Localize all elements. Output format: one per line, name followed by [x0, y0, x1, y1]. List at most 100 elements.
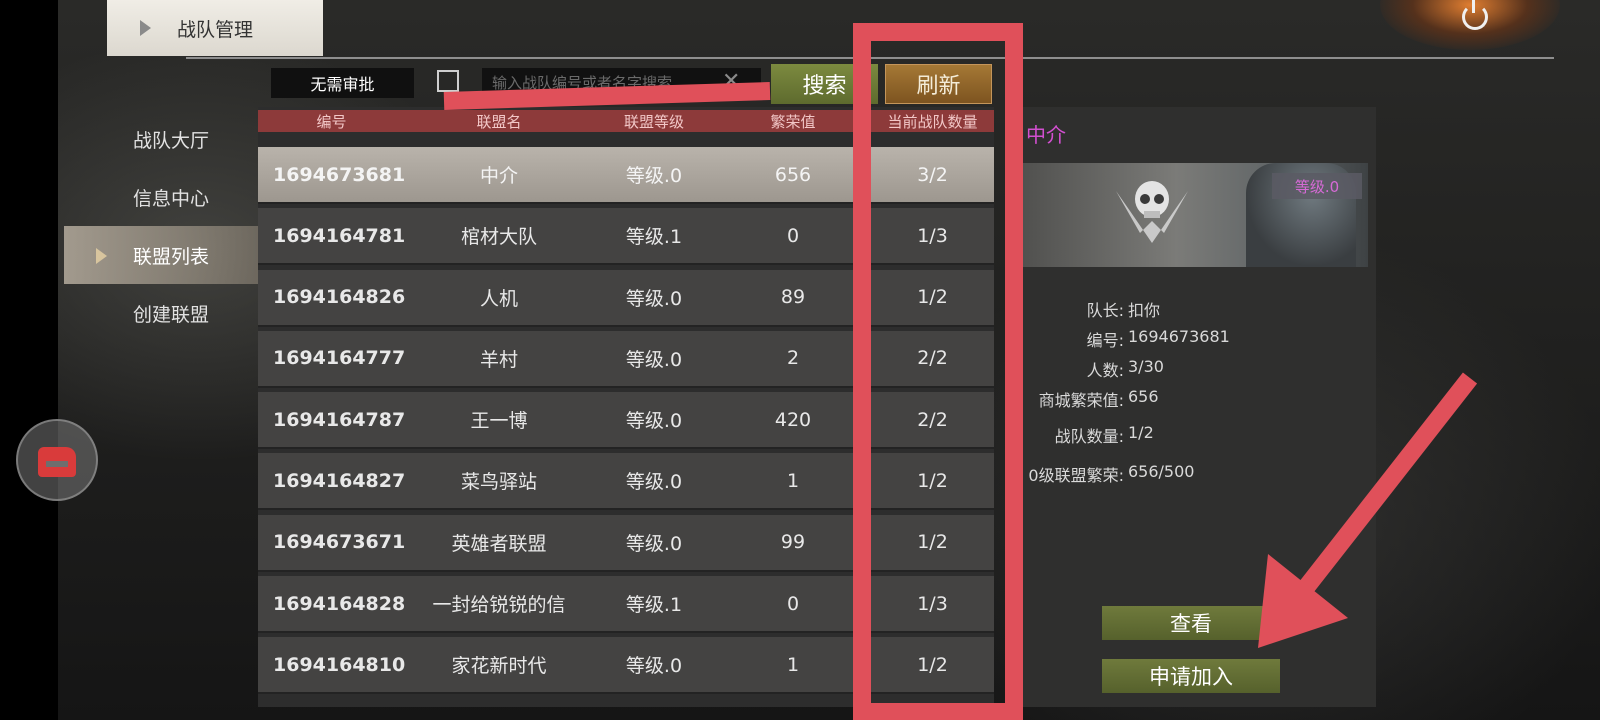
- info-row-team-count: 战队数量: 1/2: [1012, 423, 1376, 447]
- power-icon[interactable]: [1462, 0, 1488, 30]
- info-row-alliance-prosperity: 0级联盟繁荣: 656/500: [1012, 462, 1376, 486]
- cell-prosperity: 99: [780, 531, 806, 554]
- alliance-table: 编号 联盟名 联盟等级 繁荣值 当前战队数量 1694673681 中介 等级.…: [258, 107, 994, 707]
- table-row[interactable]: 1694164787 王一博 等级.0 420 2/2: [258, 392, 994, 450]
- info-label: 队长:: [1086, 301, 1124, 320]
- cell-level: 等级.1: [625, 594, 683, 617]
- cell-id: 1694164787: [273, 408, 406, 431]
- cell-prosperity: 420: [774, 408, 812, 431]
- cell-prosperity: 0: [786, 224, 800, 247]
- sidebar-item-create-alliance[interactable]: 创建联盟: [64, 284, 260, 342]
- triangle-icon: [140, 20, 151, 36]
- cell-id: 1694164777: [273, 347, 406, 370]
- cell-name: 家花新时代: [451, 655, 547, 678]
- chat-bubble-icon: [38, 447, 76, 477]
- info-label: 商城繁荣值:: [1038, 391, 1124, 410]
- sidebar-item-label: 信息中心: [133, 187, 210, 210]
- cell-team-count: 2/2: [917, 408, 948, 431]
- cell-level: 等级.0: [625, 410, 683, 433]
- cell-name: 菜鸟驿站: [460, 471, 537, 494]
- table-row[interactable]: 1694164827 菜鸟驿站 等级.0 1 1/2: [258, 453, 994, 511]
- no-approval-label: 无需审批: [271, 68, 414, 98]
- cell-level: 等级.0: [625, 471, 683, 494]
- close-icon[interactable]: ✕: [722, 70, 740, 94]
- info-label: 编号:: [1086, 331, 1124, 350]
- column-header-team-count: 当前战队数量: [887, 112, 978, 131]
- info-row-members: 人数: 3/30: [1012, 357, 1376, 381]
- info-row-leader: 队长: 扣你: [1012, 297, 1376, 321]
- table-row[interactable]: 1694164777 羊村 等级.0 2 2/2: [258, 330, 994, 388]
- apply-join-button[interactable]: 申请加入: [1102, 659, 1280, 693]
- table-row[interactable]: 1694164810 家花新时代 等级.0 1 1/2: [258, 637, 994, 695]
- cell-prosperity: 1: [786, 469, 800, 492]
- search-input[interactable]: [482, 68, 761, 98]
- column-header-prosperity: 繁荣值: [770, 112, 816, 131]
- info-row-shop-prosperity: 商城繁荣值: 656: [1012, 387, 1376, 411]
- refresh-button[interactable]: 刷新: [885, 64, 992, 104]
- table-row[interactable]: 1694164826 人机 等级.0 89 1/2: [258, 269, 994, 327]
- cell-id: 1694164781: [273, 224, 406, 247]
- alliance-name: 中介: [1026, 123, 1066, 147]
- triangle-icon: [96, 248, 107, 264]
- table-row[interactable]: 1694164828 一封给锐锐的信 等级.1 0 1/3: [258, 576, 994, 634]
- cell-level: 等级.0: [625, 165, 683, 187]
- cell-name: 棺材大队: [460, 226, 537, 249]
- info-label: 战队数量:: [1054, 427, 1124, 446]
- cell-name: 中介: [479, 165, 518, 187]
- sidebar: 战队大厅 信息中心 联盟列表 创建联盟: [64, 110, 260, 342]
- cell-team-count: 3/2: [917, 163, 948, 186]
- info-value: 656: [1128, 387, 1159, 406]
- table-row[interactable]: 1694673671 英雄者联盟 等级.0 99 1/2: [258, 514, 994, 572]
- column-header-level: 联盟等级: [623, 112, 684, 131]
- cell-prosperity: 0: [786, 592, 800, 615]
- sidebar-item-label: 联盟列表: [133, 245, 210, 268]
- cell-prosperity: 2: [786, 347, 800, 370]
- sidebar-item-alliance-list[interactable]: 联盟列表: [64, 226, 260, 284]
- cell-level: 等级.1: [625, 226, 683, 249]
- cell-name: 王一博: [470, 410, 528, 433]
- cell-id: 1694673671: [273, 531, 406, 554]
- no-approval-checkbox[interactable]: [437, 70, 459, 92]
- cell-level: 等级.0: [625, 287, 683, 310]
- cell-level: 等级.0: [625, 655, 683, 678]
- cell-team-count: 1/2: [917, 653, 948, 676]
- cell-name: 羊村: [479, 348, 518, 371]
- cell-team-count: 1/3: [917, 592, 948, 615]
- table-row[interactable]: 1694673681 中介 等级.0 656 3/2: [258, 147, 994, 204]
- sidebar-item-label: 创建联盟: [133, 303, 210, 326]
- info-label: 0级联盟繁荣:: [1028, 466, 1124, 485]
- sidebar-item-label: 战队大厅: [133, 129, 210, 152]
- info-row-id: 编号: 1694673681: [1012, 327, 1376, 351]
- tab-label: 战队管理: [177, 18, 254, 41]
- divider: [186, 57, 1554, 59]
- cell-team-count: 1/2: [917, 531, 948, 554]
- sidebar-item-team-hall[interactable]: 战队大厅: [64, 110, 260, 168]
- column-header-id: 编号: [316, 112, 347, 131]
- cell-id: 1694164826: [273, 286, 406, 309]
- tab-team-management[interactable]: 战队管理: [107, 0, 323, 56]
- cell-prosperity: 89: [780, 286, 806, 309]
- cell-prosperity: 1: [786, 653, 800, 676]
- cell-prosperity: 656: [774, 163, 812, 186]
- floating-assist-button[interactable]: [16, 419, 98, 501]
- cell-name: 一封给锐锐的信: [432, 594, 566, 617]
- cell-team-count: 1/2: [917, 469, 948, 492]
- cell-team-count: 2/2: [917, 347, 948, 370]
- info-value: 656/500: [1128, 462, 1195, 481]
- info-value: 1/2: [1128, 423, 1154, 442]
- table-row[interactable]: 1694164781 棺材大队 等级.1 0 1/3: [258, 208, 994, 266]
- info-value: 3/30: [1128, 357, 1164, 376]
- search-button[interactable]: 搜索: [771, 64, 878, 104]
- view-button[interactable]: 查看: [1102, 606, 1280, 640]
- info-value: 1694673681: [1128, 327, 1230, 346]
- info-value: 扣你: [1128, 301, 1161, 320]
- screen-edge: [0, 0, 58, 720]
- sidebar-item-info-center[interactable]: 信息中心: [64, 168, 260, 226]
- cell-id: 1694673681: [273, 163, 406, 186]
- level-badge: 等级.0: [1272, 173, 1362, 199]
- cell-level: 等级.0: [625, 348, 683, 371]
- skull-emblem-icon: [1116, 181, 1188, 243]
- cell-team-count: 1/3: [917, 224, 948, 247]
- table-body: 1694673681 中介 等级.0 656 3/2 1694164781 棺材…: [258, 147, 994, 699]
- cell-id: 1694164810: [273, 653, 406, 676]
